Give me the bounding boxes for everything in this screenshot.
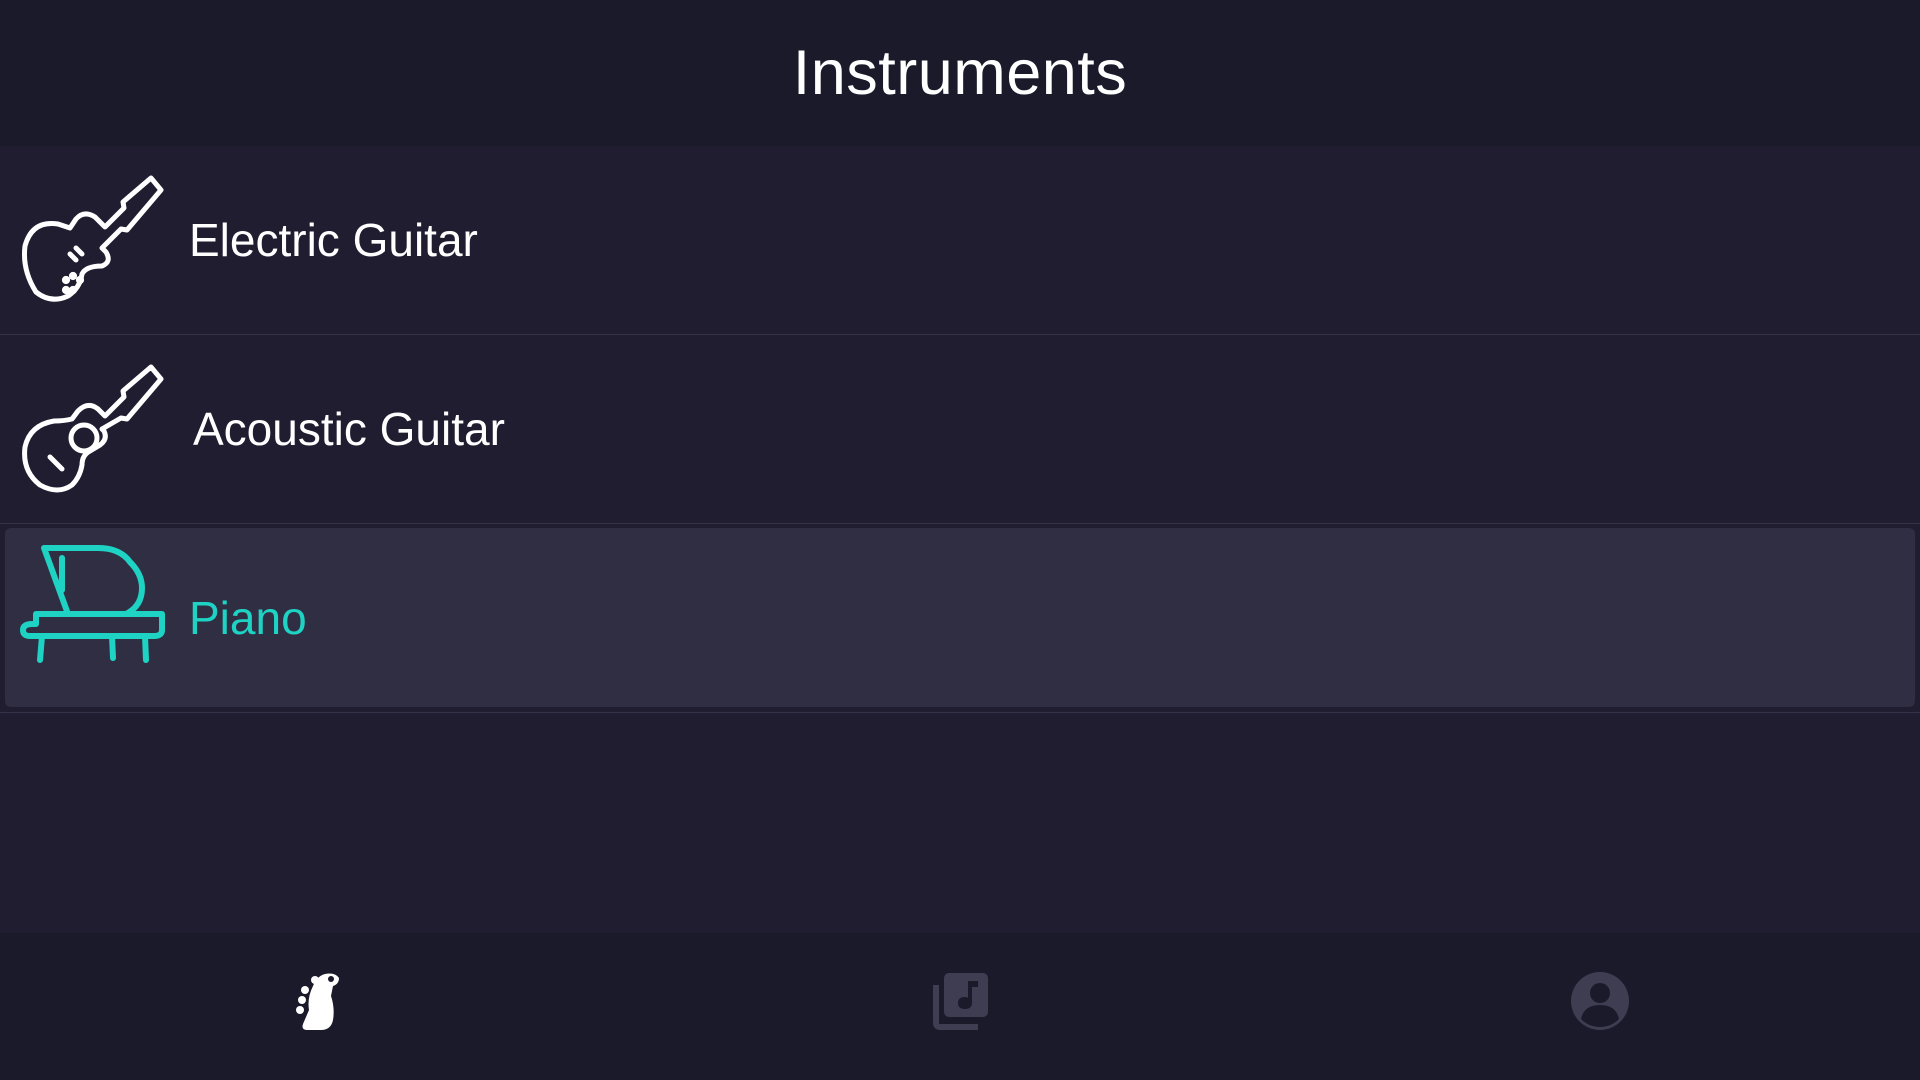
list-item-piano[interactable]: Piano [0, 524, 1920, 713]
electric-guitar-icon [20, 166, 170, 316]
nav-tab-profile[interactable] [1560, 963, 1640, 1043]
list-item-electric-guitar[interactable]: Electric Guitar [0, 146, 1920, 335]
nav-tab-library[interactable] [920, 963, 1000, 1043]
bottom-navigation-bar [0, 933, 1920, 1080]
instrument-label: Acoustic Guitar [193, 403, 505, 455]
music-library-icon [930, 971, 990, 1036]
top-app-bar: Instruments [0, 0, 1920, 146]
acoustic-guitar-icon [20, 355, 170, 505]
instrument-label: Electric Guitar [189, 214, 478, 266]
list-item-acoustic-guitar[interactable]: Acoustic Guitar [0, 335, 1920, 524]
piano-icon [20, 544, 170, 694]
nav-tab-instruments[interactable] [280, 963, 360, 1043]
account-icon [1570, 971, 1630, 1036]
page-title: Instruments [792, 38, 1128, 108]
instrument-label: Piano [189, 592, 307, 644]
app-window: Instruments Electric Guitar Acoustic Gui… [0, 0, 1920, 1080]
guitar-headstock-icon [295, 970, 345, 1037]
instrument-list: Electric Guitar Acoustic Guitar Piano [0, 146, 1920, 713]
